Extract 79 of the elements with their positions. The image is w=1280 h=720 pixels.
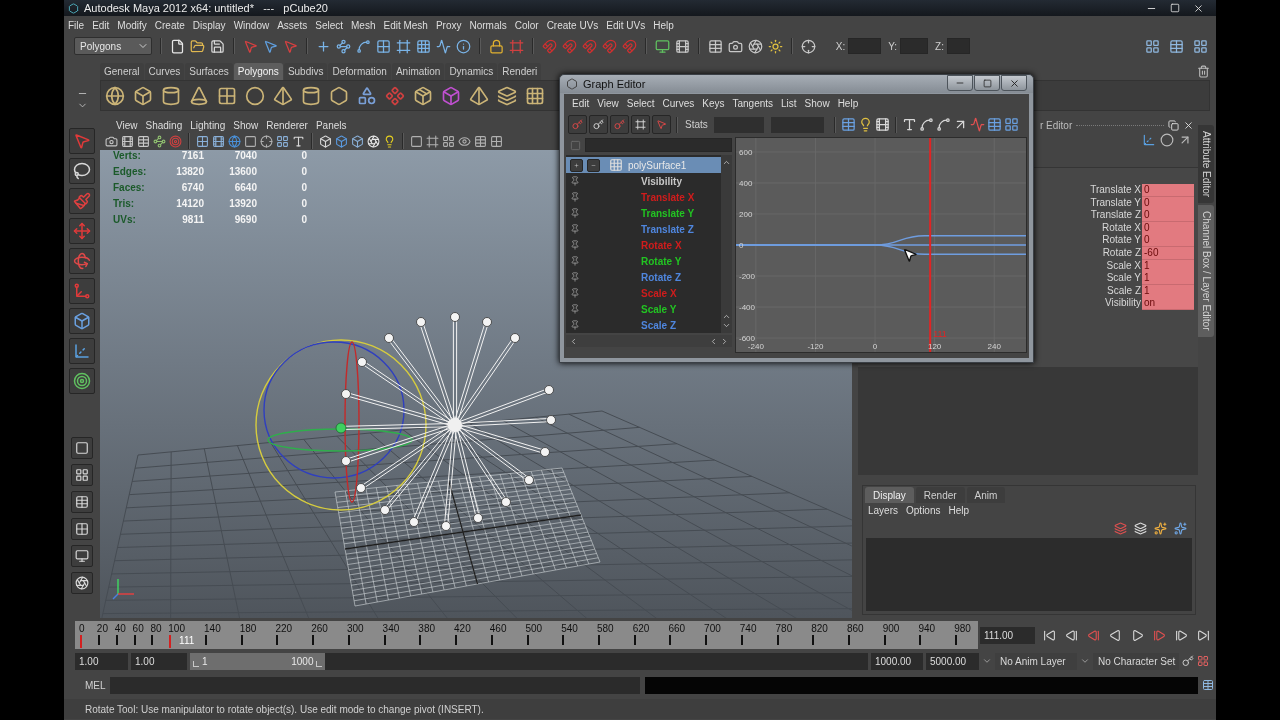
y-tick-label: 400 [739,178,753,188]
x-tick-label: -120 [807,342,824,351]
hud-value: 7161 [180,150,204,163]
window-title: Autodesk Maya 2012 x64: untitled* --- pCube20 [84,2,328,14]
tick-label: 380 [418,623,435,634]
hud-label: UVs: [113,214,137,227]
tick-label: 300 [346,623,364,634]
hud-value: 0 [300,166,307,179]
attribute-label: Visibility [1105,297,1142,311]
help-line-text: Rotate Tool: Use manipulator to rotate object(s). Use edit mode to change pivot (INSERT). [85,703,484,715]
coordinate-label: Y: [888,40,898,52]
hud-value: 9811 [181,214,204,227]
hud-value: 14120 [175,198,204,211]
tick-label: 140 [204,623,221,634]
coordinate-label: X: [835,40,846,52]
hud-value: 0 [300,214,307,227]
tick-label: 220 [275,623,293,634]
hud-value: 0 [300,198,307,211]
x-tick-label: 0 [872,342,878,351]
hud-value: 6640 [233,182,257,195]
hud-value: 6740 [180,182,204,195]
hud-value: 13920 [228,198,257,211]
x-tick-label: -240 [747,342,764,351]
hud-value: 7040 [233,150,257,163]
attribute-label: Translate X [1090,184,1142,197]
tick-label: 740 [739,623,757,634]
range-start-label: 1 [202,655,208,667]
tick-label: 620 [632,623,650,634]
hud-label: Verts: [113,150,142,163]
hud-value: 9690 [233,214,257,227]
attribute-label: Translate Y [1090,196,1142,210]
attribute-label: Translate Z [1090,209,1142,223]
tick-label: 0 [79,623,85,634]
tick-label: 820 [811,623,828,634]
hud-value: 0 [300,150,307,163]
y-tick-label: -200 [739,272,755,281]
attribute-label: Rotate Z [1102,246,1142,260]
attribute-label: Scale X [1106,259,1142,273]
hud-value: 13600 [228,166,257,179]
y-tick-label: -600 [739,334,755,344]
tick-label: 40 [114,623,126,634]
hud-label: Faces: [113,182,146,195]
hud-label: Tris: [113,198,136,211]
tick-label: 260 [311,623,328,634]
tick-label: 700 [704,623,721,634]
hud-value: 13820 [175,166,204,179]
tick-label: 180 [239,623,257,634]
x-tick-label: 240 [987,342,1001,351]
y-tick-label: 600 [739,147,753,157]
tick-label: 460 [489,623,507,634]
tick-label: 500 [525,623,543,634]
hud-value: 0 [300,182,307,195]
y-tick-label: -400 [739,303,755,313]
coordinate-label: Z: [935,40,944,52]
y-tick-label: 200 [739,210,753,219]
tick-label: 780 [775,623,793,634]
attribute-label: Scale Z [1107,284,1142,298]
attribute-label: Rotate X [1102,221,1142,235]
tick-label: 540 [561,623,578,634]
tick-label: 940 [918,623,936,634]
attribute-label: Rotate Y [1102,234,1142,248]
tick-label: 420 [454,623,471,634]
tick-label: 80 [150,623,162,634]
attribute-label: Scale Y [1106,272,1142,286]
stats-label: Stats [685,119,708,130]
hud-label: Edges: [113,166,148,179]
y-tick-label: 0 [739,241,744,250]
tick-label: 100 [168,623,185,634]
tick-label: 20 [96,623,108,634]
tick-label: 660 [668,623,686,634]
tick-label: 980 [954,623,971,634]
tick-label: 60 [132,623,144,634]
tick-label: 340 [382,623,400,634]
tick-label: 900 [882,623,900,634]
window-title: Graph Editor [583,78,646,90]
tick-label: 580 [596,623,614,634]
tick-label: 860 [846,623,864,634]
panel-title: r Editor [1040,119,1073,131]
range-end-label: 1000 [291,655,314,667]
